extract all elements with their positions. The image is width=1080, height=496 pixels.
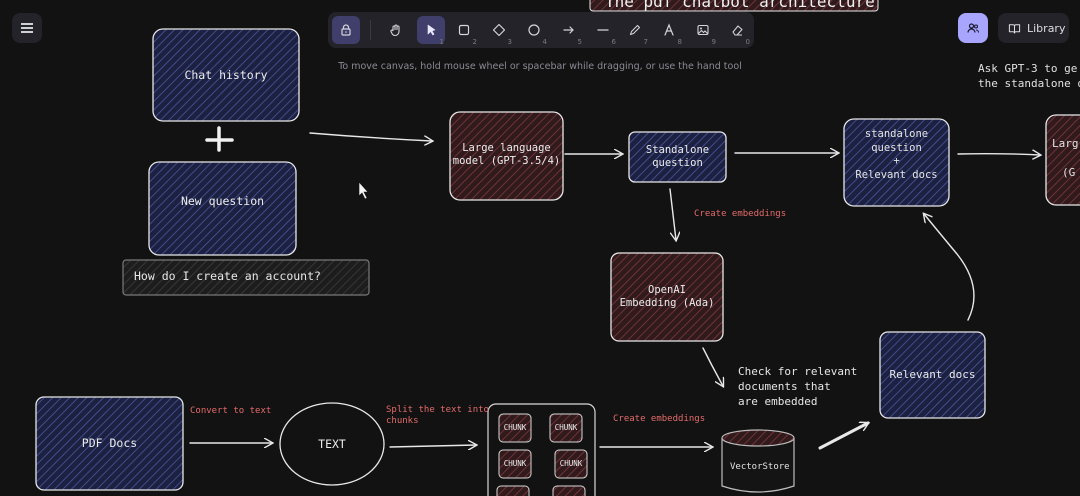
gpt3-note-line-1: Ask GPT-3 to ge xyxy=(978,62,1078,75)
llm-2-line-2: (G xyxy=(1062,166,1076,179)
arrow-to-llm[interactable] xyxy=(309,132,432,141)
chunk-label: CHUNK xyxy=(554,423,578,433)
check-line-2: documents that xyxy=(738,379,831,393)
check-line-3: are embedded xyxy=(738,394,818,408)
arrow-to-llm-2[interactable] xyxy=(957,154,1040,155)
chunk-label: CHUNK xyxy=(503,423,527,433)
arrow-to-combined-up[interactable] xyxy=(924,214,975,321)
plus-symbol xyxy=(205,126,234,152)
split-text-label: Split the text into chunks xyxy=(386,405,489,427)
vectorstore-label: VectorStore xyxy=(730,462,790,472)
chunk-block[interactable] xyxy=(496,485,530,496)
arrow-to-relevant-docs[interactable] xyxy=(818,421,868,450)
split-line-1: Split the text into xyxy=(386,405,489,415)
convert-to-text-label: Convert to text xyxy=(190,406,272,416)
arrow-to-vectorstore[interactable] xyxy=(702,347,723,386)
create-embeddings-label-2: Create embeddings xyxy=(613,414,706,424)
gpt3-note-line-2: the standalone q xyxy=(978,77,1080,90)
arrow-to-chunks[interactable] xyxy=(389,445,476,447)
chunk-block[interactable] xyxy=(552,485,586,496)
standalone-question-label: Standalone question xyxy=(645,143,710,169)
example-question-text: How do I create an account? xyxy=(134,269,321,283)
pdf-docs-label: PDF Docs xyxy=(81,436,138,451)
llm-box-2[interactable] xyxy=(1045,114,1080,206)
create-embeddings-label: Create embeddings xyxy=(694,209,787,219)
chat-history-label: Chat history xyxy=(184,67,268,82)
diagram-title: The pdf chatbot architecture xyxy=(605,0,875,11)
mouse-cursor-icon xyxy=(358,181,369,200)
chunk-label: CHUNK xyxy=(559,459,583,469)
split-line-2: chunks xyxy=(386,415,419,426)
relevant-docs-label: Relevant docs xyxy=(889,368,976,382)
check-line-1: Check for relevant xyxy=(738,365,858,378)
combined-line-2: question xyxy=(871,141,922,154)
combined-line-3: + xyxy=(893,155,900,168)
arrow-to-embedding[interactable] xyxy=(669,188,676,240)
llm-2-line-1: Larg xyxy=(1052,137,1079,150)
openai-embedding-label: OpenAI Embedding (Ada) xyxy=(619,283,715,309)
check-relevant-note: Check for relevant documents that are em… xyxy=(738,365,857,410)
standalone-plus-docs-label: standalone question + Relevant docs xyxy=(844,128,949,183)
llm-label: Large language model (GPT-3.5/4) xyxy=(452,141,561,167)
text-node-label: TEXT xyxy=(318,436,346,451)
new-question-label: New question xyxy=(180,193,265,208)
vectorstore-cylinder[interactable] xyxy=(721,429,795,493)
combined-line-1: standalone xyxy=(864,128,929,140)
combined-line-4: Relevant docs xyxy=(855,168,938,181)
chunk-label: CHUNK xyxy=(503,459,527,469)
